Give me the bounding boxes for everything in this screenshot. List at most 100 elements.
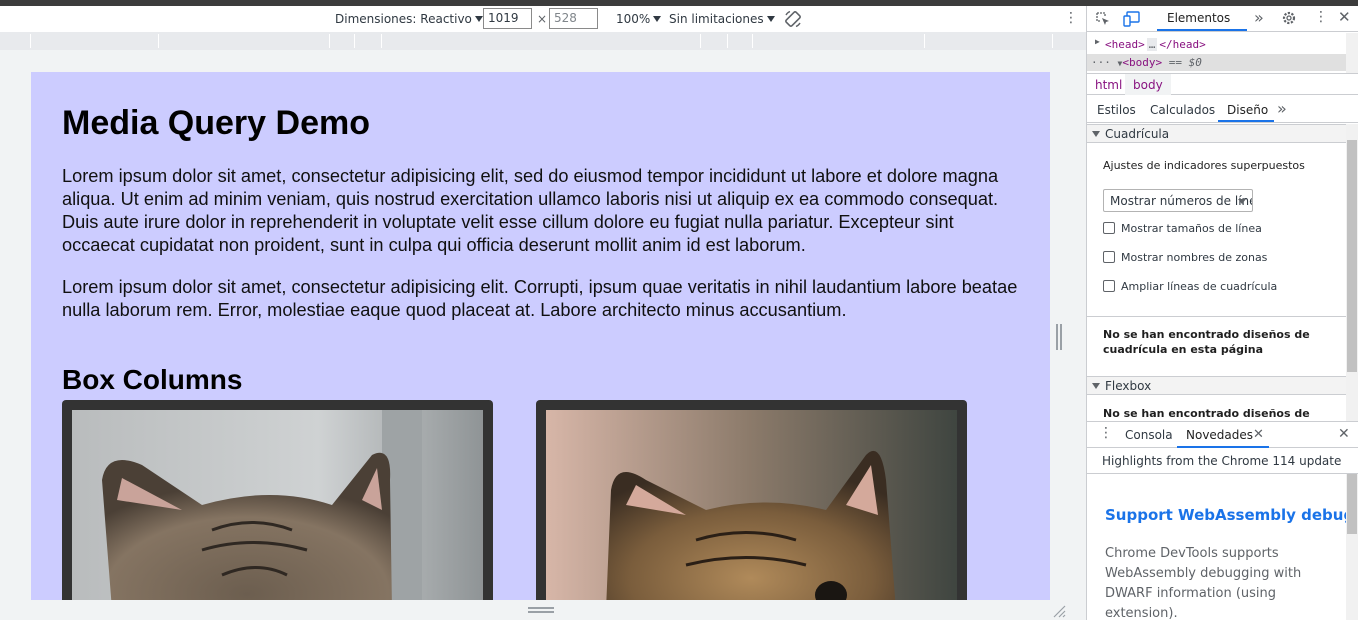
tab-computed[interactable]: Calculados [1150, 103, 1215, 117]
layout-scrollbar[interactable] [1346, 124, 1358, 421]
node-reference: == $0 [1168, 56, 1202, 69]
throttle-dropdown[interactable]: Sin limitaciones [669, 12, 775, 26]
more-tabs-icon[interactable]: » [1254, 8, 1264, 27]
paragraph-2: Lorem ipsum dolor sit amet, consectetur … [62, 277, 1018, 320]
tab-layout[interactable]: Diseño [1227, 103, 1268, 117]
body-tag: <body> [1122, 56, 1163, 69]
ruler-segment[interactable] [924, 34, 925, 48]
chevron-down-icon [766, 16, 775, 22]
ruler-segment[interactable] [752, 34, 753, 48]
grid-section-title: Cuadrícula [1105, 127, 1170, 141]
drawer-scrollbar[interactable] [1346, 474, 1358, 620]
ruler-segment[interactable] [158, 34, 159, 48]
inspect-element-icon[interactable] [1095, 11, 1111, 27]
checkbox-area-names-label[interactable]: Mostrar nombres de zonas [1121, 251, 1267, 264]
device-toolbar-icon[interactable] [1123, 11, 1141, 27]
checkbox-extend-lines-label[interactable]: Ampliar líneas de cuadrícula [1121, 280, 1277, 293]
device-emulation-area: Dimensiones: Reactivo 1019 × 528 100% Si… [0, 6, 1086, 620]
scrollbar-thumb[interactable] [1347, 140, 1357, 372]
dom-tree: ▶ <head>… </head> ··· ▼<body> == $0 [1087, 33, 1347, 73]
height-input[interactable]: 528 [549, 8, 598, 29]
kitten-image-2 [546, 410, 957, 600]
more-options-icon[interactable]: ⋮ [1064, 10, 1078, 26]
chevron-down-icon [1238, 199, 1246, 204]
resize-handle-bottom[interactable] [528, 607, 554, 613]
head-open-tag: <head> [1105, 38, 1145, 51]
zoom-label: 100% [616, 12, 651, 26]
close-tab-icon[interactable]: ✕ [1253, 427, 1264, 442]
active-subtab-indicator [1218, 120, 1274, 122]
devtools-tabbar: Elementos » ⋮ ✕ [1087, 6, 1358, 32]
ruler-segment[interactable] [329, 34, 330, 48]
devtools-panel: Elementos » ⋮ ✕ ▶ <head>… </head> ··· ▼<b… [1086, 6, 1358, 620]
chevron-down-icon [653, 16, 662, 22]
media-query-ruler[interactable] [0, 32, 1086, 50]
scrollbar-thumb[interactable] [1347, 474, 1357, 534]
checkbox-track-sizes[interactable] [1103, 222, 1115, 234]
tab-console[interactable]: Consola [1125, 428, 1173, 442]
checkbox-area-names[interactable] [1103, 251, 1115, 263]
dimensions-dropdown[interactable]: Dimensiones: Reactivo [335, 12, 483, 26]
gear-icon[interactable] [1281, 10, 1297, 26]
resize-corner-icon[interactable] [1052, 604, 1066, 618]
breadcrumb-body[interactable]: body [1125, 74, 1171, 95]
flexbox-section-header[interactable]: Flexbox [1087, 376, 1347, 395]
head-close-tag: </head> [1159, 38, 1206, 51]
drawer-menu-icon[interactable]: ⋮ [1099, 425, 1113, 441]
collapsed-ellipsis[interactable]: … [1146, 38, 1158, 51]
active-tab-indicator [1157, 29, 1247, 31]
ruler-segment[interactable] [700, 34, 701, 48]
page-heading: Media Query Demo [62, 104, 370, 142]
resize-handle-right[interactable] [1056, 324, 1062, 350]
collapse-triangle-icon [1092, 131, 1100, 137]
emulated-page: Media Query Demo Lorem ipsum dolor sit a… [31, 72, 1050, 600]
dimensions-label: Dimensiones: Reactivo [335, 12, 472, 26]
ruler-segment[interactable] [1052, 34, 1053, 48]
ruler-segment[interactable] [727, 34, 728, 48]
dimension-separator: × [537, 12, 548, 26]
ruler-segment[interactable] [354, 34, 355, 48]
feature-title-link[interactable]: Support WebAssembly debugging [1105, 506, 1358, 524]
flexbox-section-title: Flexbox [1105, 379, 1152, 393]
ruler-segment[interactable] [381, 34, 382, 48]
head-node[interactable]: <head>… </head> [1105, 38, 1206, 51]
layout-pane: Cuadrícula Ajustes de indicadores superp… [1087, 124, 1347, 421]
styles-subtabs: Estilos Calculados Diseño » [1087, 96, 1358, 123]
rotate-icon[interactable] [783, 9, 803, 29]
overlay-settings-heading: Ajustes de indicadores superpuestos [1103, 159, 1305, 172]
close-drawer-icon[interactable]: ✕ [1338, 426, 1350, 442]
dom-scrollbar[interactable] [1346, 33, 1358, 73]
checkbox-extend-lines[interactable] [1103, 280, 1115, 292]
grid-section-header[interactable]: Cuadrícula [1087, 124, 1347, 143]
overlay-select[interactable]: Mostrar números de línea [1103, 189, 1253, 212]
collapse-triangle-icon [1092, 383, 1100, 389]
drawer-tabbar: ⋮ Consola Novedades ✕ ✕ [1087, 421, 1358, 448]
no-grid-message: No se han encontrado diseños de cuadrícu… [1103, 328, 1310, 356]
zoom-dropdown[interactable]: 100% [616, 12, 662, 26]
kitten-image-1 [72, 410, 483, 600]
tab-whats-new[interactable]: Novedades [1186, 428, 1253, 442]
devtools-menu-icon[interactable]: ⋮ [1314, 9, 1328, 25]
kitten-box-2 [536, 400, 967, 600]
close-icon[interactable]: ✕ [1338, 8, 1351, 26]
section-heading: Box Columns [62, 364, 243, 395]
expand-triangle-icon[interactable]: ▶ [1095, 37, 1100, 46]
chevron-down-icon [474, 16, 483, 22]
tab-styles[interactable]: Estilos [1097, 103, 1136, 117]
highlights-header: Highlights from the Chrome 114 update [1087, 448, 1358, 474]
more-subtabs-icon[interactable]: » [1277, 99, 1287, 118]
breadcrumb-html[interactable]: html [1095, 78, 1122, 92]
no-flex-message: No se han encontrado diseños de [1103, 407, 1310, 420]
checkbox-track-sizes-label[interactable]: Mostrar tamaños de línea [1121, 222, 1262, 235]
tab-elements[interactable]: Elementos [1167, 11, 1230, 25]
body-node[interactable]: ··· ▼<body> == $0 [1087, 54, 1347, 71]
node-dots-icon[interactable]: ··· [1091, 56, 1111, 69]
ruler-segment[interactable] [30, 34, 31, 48]
device-toolbar: Dimensiones: Reactivo 1019 × 528 100% Si… [0, 6, 1086, 32]
divider [1087, 316, 1347, 317]
width-input[interactable]: 1019 [483, 8, 532, 29]
kitten-box-1 [62, 400, 493, 600]
feature-description: Chrome DevTools supports WebAssembly deb… [1105, 546, 1302, 620]
paragraph-1: Lorem ipsum dolor sit amet, consectetur … [62, 166, 999, 255]
whats-new-panel: Highlights from the Chrome 114 update Su… [1087, 448, 1358, 620]
